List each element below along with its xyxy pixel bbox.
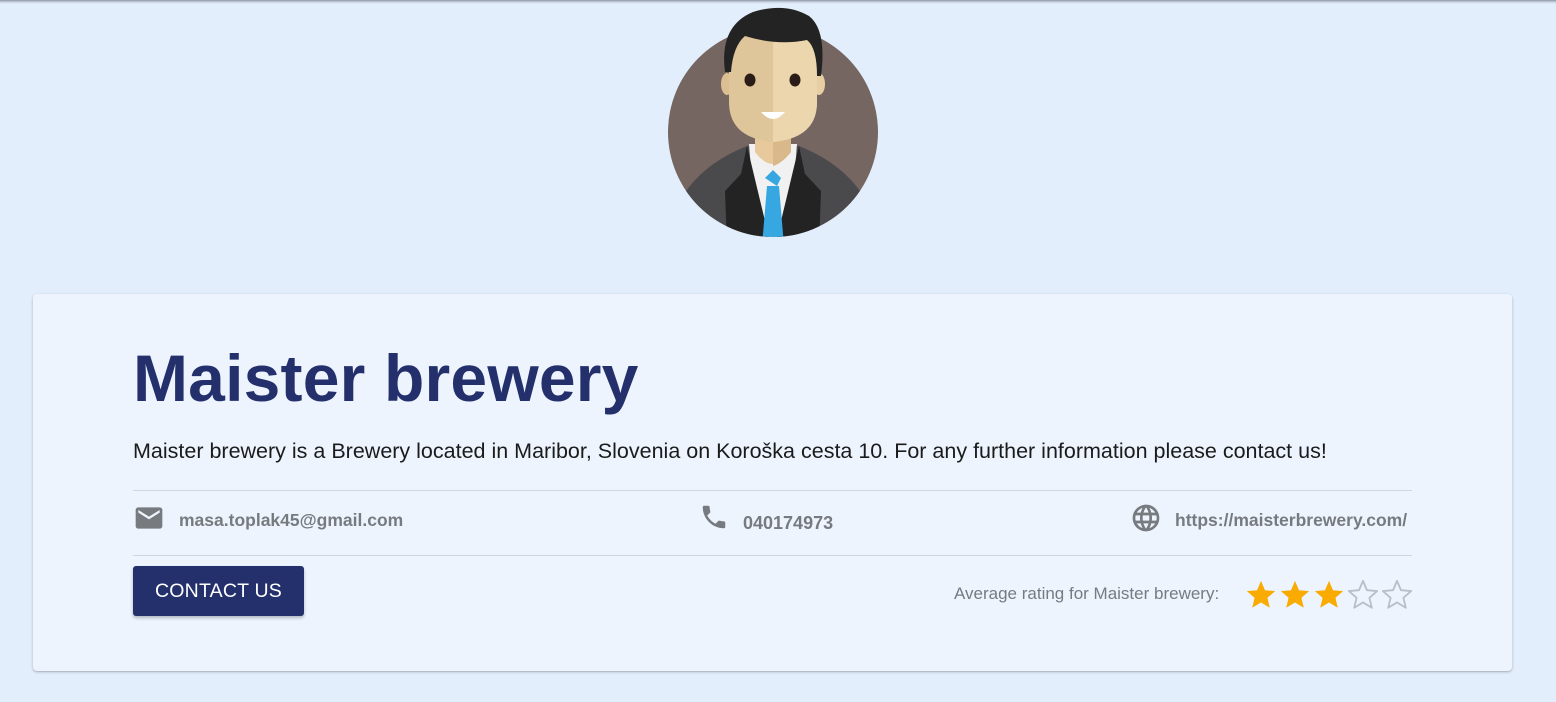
email-text: masa.toplak45@gmail.com [179, 510, 404, 530]
brewery-card: Maister brewery Maister brewery is a Bre… [33, 294, 1512, 671]
divider [133, 490, 1412, 491]
divider [133, 555, 1412, 556]
brewery-title: Maister brewery [133, 341, 639, 415]
rating-label: Average rating for Maister brewery: [954, 584, 1220, 603]
star-rating[interactable] [1244, 578, 1414, 612]
star-filled-icon[interactable] [1312, 578, 1346, 612]
avatar [667, 6, 879, 238]
globe-icon [1130, 502, 1162, 539]
star-filled-icon[interactable] [1278, 578, 1312, 612]
mail-icon [133, 502, 165, 539]
website-link[interactable]: https://maisterbrewery.com/ [1175, 510, 1407, 531]
star-empty-icon[interactable] [1346, 578, 1380, 612]
phone-contact: 040174973 [699, 502, 833, 537]
brewery-description: Maister brewery is a Brewery located in … [133, 439, 1327, 463]
businessman-avatar-icon [668, 7, 878, 237]
top-shadow [0, 0, 1556, 4]
website-contact: https://maisterbrewery.com/ [1130, 502, 1407, 539]
email-contact: masa.toplak45@gmail.com [133, 502, 403, 539]
star-filled-icon[interactable] [1244, 578, 1278, 612]
phone-icon [699, 502, 729, 537]
contact-us-button[interactable]: CONTACT US [133, 566, 304, 616]
phone-text: 040174973 [743, 513, 834, 533]
star-empty-icon[interactable] [1380, 578, 1414, 612]
